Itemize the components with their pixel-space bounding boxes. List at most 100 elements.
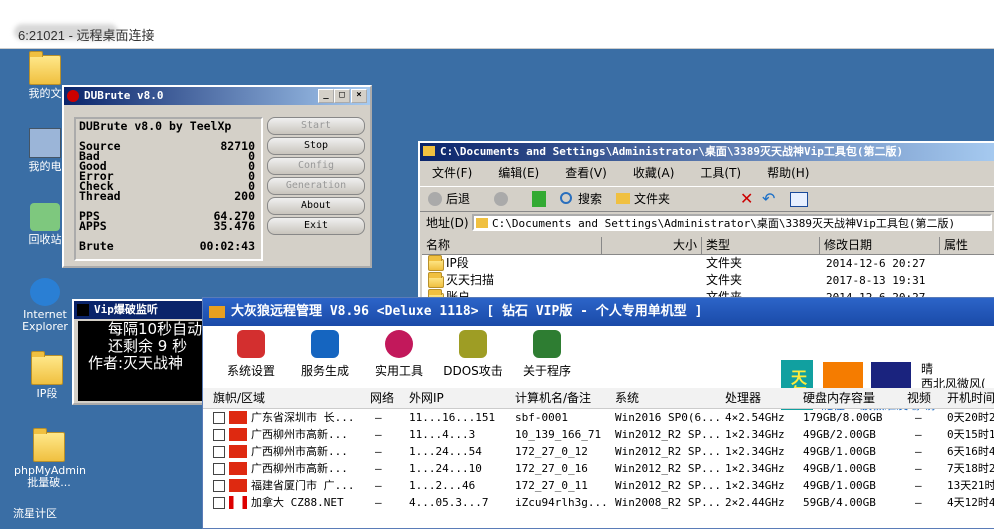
desktop-icon-phpmyadmin[interactable]: phpMyAdmin 批量破... <box>14 428 86 489</box>
col-date[interactable]: 修改日期 <box>820 237 940 254</box>
row-checkbox[interactable] <box>213 480 225 492</box>
cell-disk: 49GB/2.00GB <box>803 428 876 441</box>
col-size[interactable]: 大小 <box>602 237 702 254</box>
close-button[interactable]: × <box>351 89 367 103</box>
menu-file[interactable]: 文件(F) <box>432 166 472 180</box>
dubrute-window: DUBrute v8.0 _ □ × DUBrute v8.0 by TeelX… <box>62 85 372 268</box>
table-row[interactable]: 广西柳州市高新... — 11...4...3 10_139_166_71 Win201… <box>203 426 994 443</box>
views-icon[interactable] <box>790 192 808 207</box>
cell-uptime: 7天18时2 <box>947 462 994 475</box>
desktop-icon-meteor[interactable]: 流星计区 <box>0 508 70 520</box>
table-row[interactable]: 广西柳州市高新... — 1...24...10 172_27_0_16 Win2012… <box>203 460 994 477</box>
vip-console: 每隔10秒自动 还剩余 9 秒 作者:灭天战神 <box>78 321 206 401</box>
cell-net: — <box>375 462 382 475</box>
menu-edit[interactable]: 编辑(E) <box>498 166 539 180</box>
cell-net: — <box>375 445 382 458</box>
delete-icon[interactable]: ✕ <box>740 187 753 211</box>
rdp-title: 6:21021 - 远程桌面连接 <box>18 28 155 43</box>
back-button[interactable]: 后退 <box>446 187 470 211</box>
tools-icon <box>385 330 413 358</box>
cell-os: Win2012_R2 SP... <box>615 479 721 492</box>
search-button[interactable]: 搜索 <box>578 187 602 211</box>
menu-tools[interactable]: 工具(T) <box>700 166 741 180</box>
menu-view[interactable]: 查看(V) <box>565 166 607 180</box>
vip-title-bar: Vip爆破监听 <box>74 301 210 319</box>
row-checkbox[interactable] <box>213 412 225 424</box>
ddos-icon <box>459 330 487 358</box>
utilities-button[interactable]: 实用工具 <box>363 330 435 379</box>
list-item[interactable]: 灭天扫描 文件夹 2017-8-13 19:31 <box>422 272 994 289</box>
cell-uptime: 4天12时4 <box>947 496 994 509</box>
cell-cpu: 1×2.34GHz <box>725 445 785 458</box>
stop-button[interactable]: Stop <box>267 137 365 155</box>
about-button[interactable]: About <box>267 197 365 215</box>
toolbar: 后退 搜索 文件夹 ✕ ↶ <box>420 186 994 212</box>
forward-icon[interactable] <box>494 192 508 206</box>
stat-apps: APPS 35.476 <box>79 219 255 233</box>
col-attr[interactable]: 属性 <box>940 237 994 254</box>
cell-ip: 1...24...10 <box>409 462 482 475</box>
row-checkbox[interactable] <box>213 429 225 441</box>
exit-button[interactable]: Exit <box>267 217 365 235</box>
cell-host: 172_27_0_12 <box>515 445 588 458</box>
folder-icon <box>423 146 435 156</box>
ie-icon <box>30 278 60 306</box>
cell-video: — <box>915 479 922 492</box>
cell-disk: 179GB/8.00GB <box>803 411 883 424</box>
vip-monitor-window: Vip爆破监听 每隔10秒自动 还剩余 9 秒 作者:灭天战神 <box>72 299 212 405</box>
row-checkbox[interactable] <box>213 446 225 458</box>
config-button[interactable]: Config <box>267 157 365 175</box>
col-type[interactable]: 类型 <box>702 237 820 254</box>
up-folder-icon[interactable] <box>532 191 546 207</box>
desktop-icon-ie[interactable]: Internet Explorer <box>10 278 80 333</box>
stats-panel: DUBrute v8.0 by TeelXp Source 82710 Bad 0 … <box>74 117 263 261</box>
recycle-bin-icon <box>30 203 60 231</box>
cell-disk: 59GB/4.00GB <box>803 496 876 509</box>
about-icon <box>533 330 561 358</box>
cell-video: — <box>915 462 922 475</box>
start-button[interactable]: Start <box>267 117 365 135</box>
cell-net: — <box>375 479 382 492</box>
list-item[interactable]: IP段 文件夹 2014-12-6 20:27 <box>422 255 994 272</box>
cell-video: — <box>915 445 922 458</box>
cell-uptime: 0天20时2 <box>947 411 994 424</box>
undo-icon[interactable]: ↶ <box>762 187 775 211</box>
cell-region: 广东省深圳市 长... <box>251 411 355 424</box>
minimize-button[interactable]: _ <box>318 89 334 103</box>
file-list-header: 名称 大小 类型 修改日期 属性 <box>422 237 994 255</box>
menu-favorites[interactable]: 收藏(A) <box>633 166 675 180</box>
address-input[interactable]: C:\Documents and Settings\Administrator\… <box>472 214 992 231</box>
cell-disk: 49GB/1.00GB <box>803 462 876 475</box>
row-checkbox[interactable] <box>213 463 225 475</box>
cell-video: — <box>915 496 922 509</box>
about-program-button[interactable]: 关于程序 <box>511 330 583 379</box>
stat-thread: Thread 200 <box>79 189 255 203</box>
cell-host: sbf-0001 <box>515 411 568 424</box>
cell-os: Win2012_R2 SP... <box>615 462 721 475</box>
maximize-button[interactable]: □ <box>334 89 350 103</box>
app-icon <box>77 304 89 316</box>
folders-button[interactable]: 文件夹 <box>634 187 670 211</box>
menu-help[interactable]: 帮助(H) <box>767 166 809 180</box>
cell-os: Win2016 SP0(6... <box>615 411 721 424</box>
build-service-button[interactable]: 服务生成 <box>289 330 361 379</box>
cell-region: 广西柳州市高新... <box>251 445 348 458</box>
ddos-button[interactable]: DDOS攻击 <box>437 330 509 379</box>
cell-os: Win2012_R2 SP... <box>615 428 721 441</box>
system-settings-button[interactable]: 系统设置 <box>215 330 287 379</box>
panel-header: DUBrute v8.0 by TeelXp <box>79 119 232 133</box>
generation-button[interactable]: Generation <box>267 177 365 195</box>
back-icon <box>428 192 442 206</box>
table-row[interactable]: 福建省厦门市 广... — 1...2...46 172_27_0_11 Win2012… <box>203 477 994 494</box>
row-checkbox[interactable] <box>213 497 225 509</box>
cell-ip: 1...2...46 <box>409 479 476 492</box>
table-row[interactable]: 广东省深圳市 长... — 11...16...151 sbf-0001 Win2016… <box>203 409 994 426</box>
table-row[interactable]: 广西柳州市高新... — 1...24...54 172_27_0_12 Win2012… <box>203 443 994 460</box>
col-name[interactable]: 名称 <box>422 237 602 254</box>
cell-cpu: 1×2.34GHz <box>725 428 785 441</box>
folder-icon <box>33 428 65 462</box>
folder-icon <box>476 218 488 228</box>
cell-host: 172_27_0_16 <box>515 462 588 475</box>
table-row[interactable]: 加拿大 CZ88.NET — 4...05.3...7 iZcu94rlh3g... W… <box>203 494 994 511</box>
address-label: 地址(D) <box>426 216 469 230</box>
